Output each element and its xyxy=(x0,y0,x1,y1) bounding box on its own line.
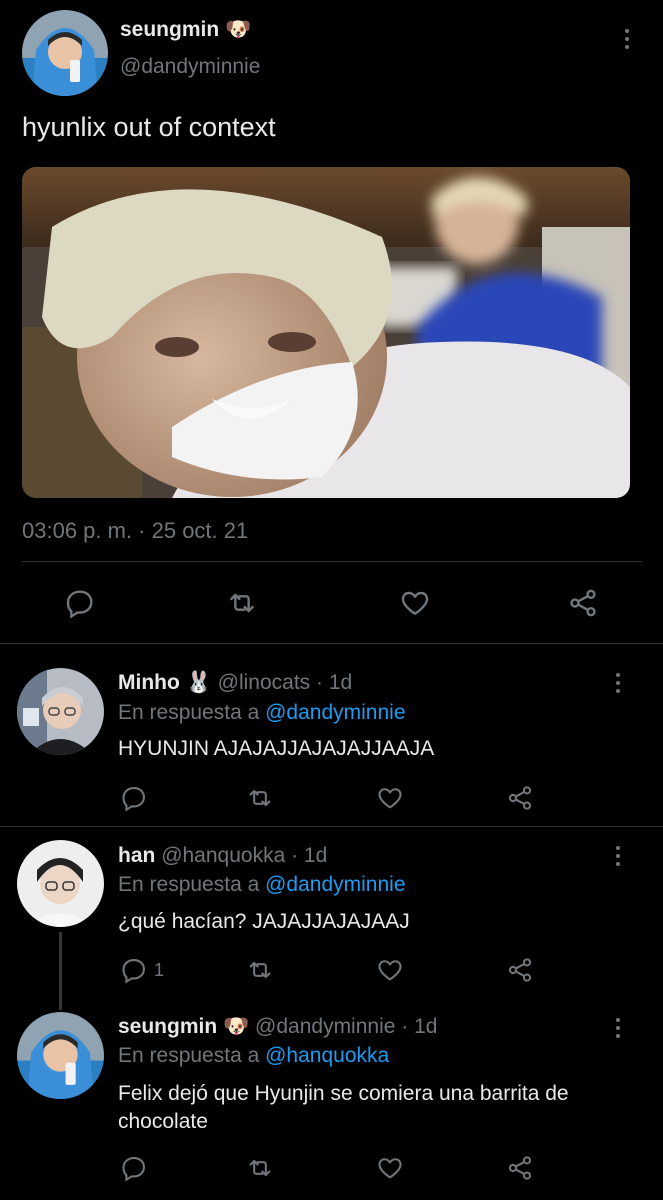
reply-button[interactable] xyxy=(120,784,154,812)
reply-to-link[interactable]: @dandyminnie xyxy=(265,873,405,896)
reply-time[interactable]: · 1d xyxy=(291,844,327,867)
author-name[interactable]: seungmin xyxy=(118,1015,217,1038)
reply-to-link[interactable]: @dandyminnie xyxy=(265,701,405,724)
avatar[interactable] xyxy=(17,668,104,755)
author-name[interactable]: han xyxy=(118,844,155,867)
retweet-icon xyxy=(249,1159,271,1177)
like-button[interactable] xyxy=(376,1154,404,1182)
reply-to-link[interactable]: @hanquokka xyxy=(265,1044,389,1067)
avatar[interactable] xyxy=(17,840,104,927)
like-button[interactable] xyxy=(376,956,404,984)
retweet-icon xyxy=(249,789,271,807)
like-icon xyxy=(378,960,402,981)
retweet-button[interactable] xyxy=(246,956,274,984)
more-options-icon[interactable] xyxy=(606,841,630,871)
share-button[interactable] xyxy=(506,1154,534,1182)
divider xyxy=(0,826,663,827)
retweet-icon xyxy=(230,593,254,613)
more-options-icon[interactable] xyxy=(615,24,639,54)
more-options-icon[interactable] xyxy=(606,1013,630,1043)
tweet-text: hyunlix out of context xyxy=(22,112,276,142)
reply-icon xyxy=(66,590,93,619)
share-icon xyxy=(508,1156,532,1180)
author-handle[interactable]: @linocats xyxy=(218,671,311,694)
reply-button[interactable]: 1 xyxy=(120,956,164,984)
divider xyxy=(0,643,663,644)
reply-icon xyxy=(122,959,145,984)
retweet-button[interactable] xyxy=(246,1154,274,1182)
share-button[interactable] xyxy=(506,784,534,812)
divider xyxy=(22,561,642,562)
author-handle[interactable]: @dandyminnie xyxy=(120,55,260,79)
author-handle[interactable]: @dandyminnie xyxy=(255,1015,395,1038)
reply-context-label: En respuesta a xyxy=(118,1044,260,1067)
share-icon xyxy=(508,958,532,982)
reply-button[interactable] xyxy=(64,587,96,619)
tweet-timestamp[interactable]: 03:06 p. m. · 25 oct. 21 xyxy=(22,518,248,544)
reply-text: HYUNJIN AJAJAJJAJAJAJJAAJA xyxy=(118,737,435,760)
author-name[interactable]: Minho xyxy=(118,671,180,694)
author-emoji: 🐶 xyxy=(225,18,252,41)
reply-time[interactable]: · 1d xyxy=(316,671,352,694)
author-emoji: 🐶 xyxy=(223,1015,250,1038)
tweet-media[interactable] xyxy=(22,167,630,498)
reply-time[interactable]: · 1d xyxy=(401,1015,437,1038)
share-icon xyxy=(508,786,532,810)
share-button[interactable] xyxy=(506,956,534,984)
like-icon xyxy=(378,1158,402,1179)
share-icon xyxy=(570,589,596,617)
reply-text: Felix dejó que Hyunjin se comiera una ba… xyxy=(118,1082,569,1133)
reply-text: ¿qué hacían? JAJAJJAJAJAAJ xyxy=(118,910,410,933)
like-icon xyxy=(378,788,402,809)
retweet-icon xyxy=(249,961,271,979)
author-emoji: 🐰 xyxy=(185,671,212,694)
avatar[interactable] xyxy=(22,10,108,96)
thread-line xyxy=(59,932,62,1010)
reply-icon xyxy=(122,787,145,812)
like-icon xyxy=(401,591,429,615)
author-name[interactable]: seungmin xyxy=(120,18,219,41)
reply-context-label: En respuesta a xyxy=(118,701,260,724)
retweet-button[interactable] xyxy=(226,587,258,619)
retweet-button[interactable] xyxy=(246,784,274,812)
reply-icon xyxy=(122,1157,145,1182)
reply-button[interactable] xyxy=(120,1154,154,1182)
like-button[interactable] xyxy=(376,784,404,812)
more-options-icon[interactable] xyxy=(606,668,630,698)
author-handle[interactable]: @hanquokka xyxy=(161,844,285,867)
avatar[interactable] xyxy=(17,1012,104,1099)
reply-context-label: En respuesta a xyxy=(118,873,260,896)
reply-count: 1 xyxy=(154,959,165,980)
like-button[interactable] xyxy=(399,587,431,619)
share-button[interactable] xyxy=(567,587,599,619)
